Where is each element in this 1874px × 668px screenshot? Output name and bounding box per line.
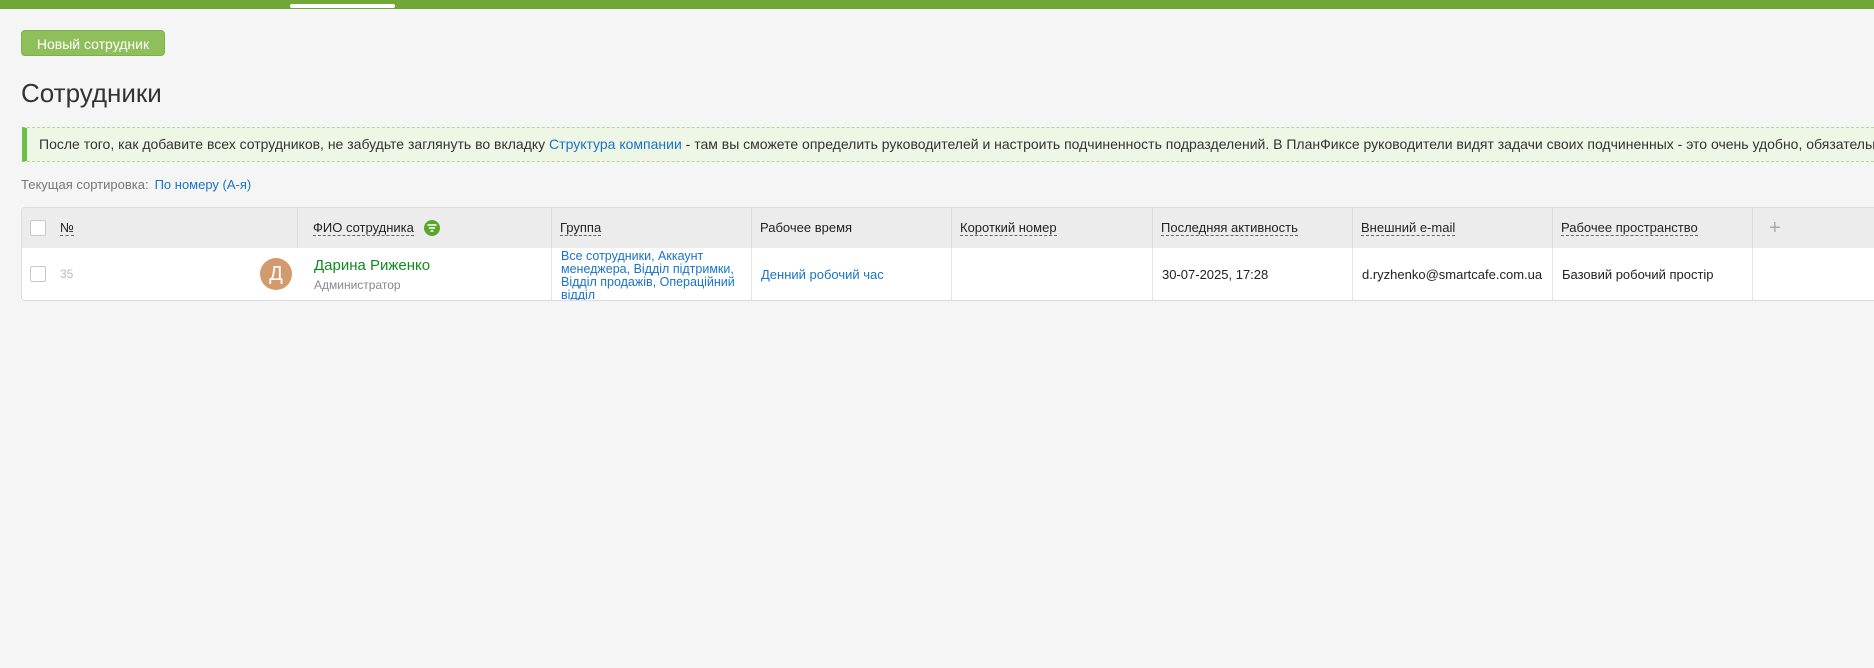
work-time-cell: Денний робочий час <box>751 248 951 300</box>
column-email[interactable]: Внешний e-mail <box>1352 208 1552 248</box>
sort-line: Текущая сортировка: По номеру (А-я) <box>21 177 251 192</box>
column-group[interactable]: Группа <box>551 208 751 248</box>
work-time-link[interactable]: Денний робочий час <box>761 267 884 282</box>
sort-label: Текущая сортировка: <box>21 177 149 192</box>
company-structure-link[interactable]: Структура компании <box>549 136 682 152</box>
plus-icon[interactable]: + <box>1769 208 1781 248</box>
workspace-value: Базовий робочий простір <box>1562 267 1714 282</box>
last-activity-value: 30-07-2025, 17:28 <box>1162 267 1269 282</box>
table-row[interactable]: 35 Д Дарина Риженко Администратор Все со… <box>22 248 1874 300</box>
last-activity-cell: 30-07-2025, 17:28 <box>1152 248 1352 300</box>
page-title: Сотрудники <box>21 78 162 108</box>
extra-cell <box>1752 248 1874 300</box>
column-last-activity[interactable]: Последняя активность <box>1152 208 1352 248</box>
employee-groups[interactable]: Все сотрудники, Аккаунт менеджера, Відді… <box>551 248 751 300</box>
row-checkbox[interactable] <box>30 266 46 282</box>
notice-text-before: После того, как добавите всех сотруднико… <box>39 136 550 152</box>
row-number: 35 <box>60 267 74 281</box>
column-add: + <box>1752 208 1874 248</box>
select-all-checkbox[interactable] <box>30 220 46 236</box>
column-number[interactable]: № <box>60 208 74 248</box>
email-value: d.ryzhenko@smartcafe.com.ua <box>1362 267 1543 282</box>
filter-icon[interactable] <box>423 219 440 236</box>
table-header: № ФИО сотрудника Группа Рабочее время Ко… <box>22 208 1874 249</box>
employees-table: № ФИО сотрудника Группа Рабочее время Ко… <box>21 207 1874 301</box>
employee-name[interactable]: Дарина Риженко <box>314 257 430 274</box>
info-notice: После того, как добавите всех сотруднико… <box>22 127 1874 162</box>
new-employee-button[interactable]: Новый сотрудник <box>21 30 165 56</box>
avatar[interactable]: Д <box>260 258 292 290</box>
loading-indicator <box>290 4 395 8</box>
column-name[interactable]: ФИО сотрудника <box>297 208 551 248</box>
notice-text-after: - там вы сможете определить руководителе… <box>681 136 1874 152</box>
column-workspace[interactable]: Рабочее пространство <box>1552 208 1752 248</box>
short-number-cell <box>951 248 1152 300</box>
column-short-number[interactable]: Короткий номер <box>951 208 1152 248</box>
column-work-time[interactable]: Рабочее время <box>751 208 951 248</box>
sort-value-link[interactable]: По номеру (А-я) <box>155 177 252 192</box>
top-bar <box>0 0 1874 9</box>
email-cell: d.ryzhenko@smartcafe.com.ua <box>1352 248 1552 300</box>
workspace-cell: Базовий робочий простір <box>1552 248 1752 300</box>
employee-role: Администратор <box>314 278 401 292</box>
